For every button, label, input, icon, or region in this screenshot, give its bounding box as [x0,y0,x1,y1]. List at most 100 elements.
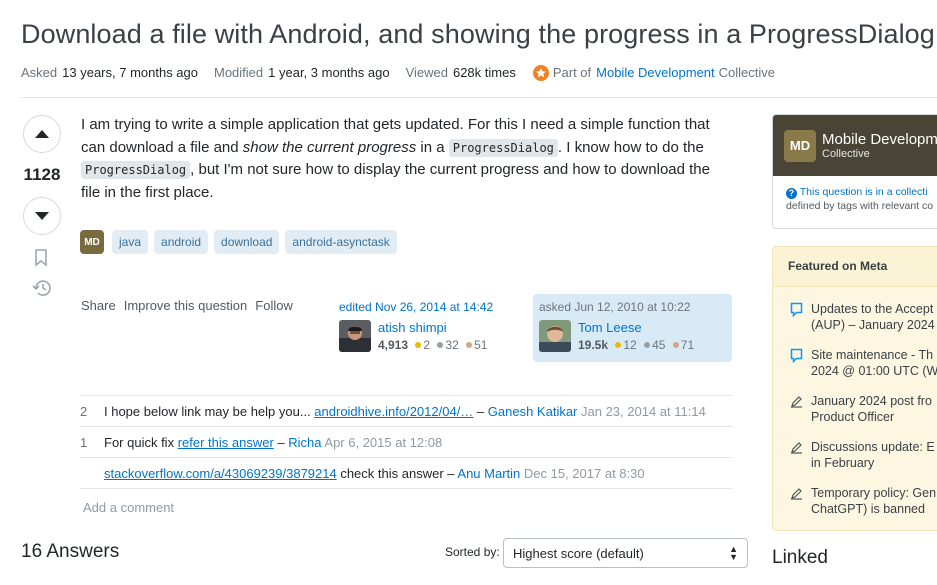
upvote-button[interactable] [23,115,61,153]
gold-count: 12 [623,338,637,352]
comment-user[interactable]: Anu Martin [457,466,520,481]
comment-link[interactable]: refer this answer [178,435,274,450]
comment-score: 1 [80,435,88,450]
tag-download[interactable]: download [214,230,280,254]
comment-date[interactable]: Jan 23, 2014 at 11:14 [577,404,706,419]
comment-separator: – [443,466,458,481]
comment-link[interactable]: stackoverflow.com/a/43069239/3879214 [104,466,337,481]
collective-note: ? This question is in a collecti defined… [773,176,937,213]
pencil-icon [790,440,803,471]
collective-suffix: Collective [718,64,776,80]
meta-item-line: Updates to the Accept [811,302,934,316]
sort-label: Sorted by: [445,545,500,559]
meta-item[interactable]: Temporary policy: Gen ChatGPT) is banned [790,485,936,517]
question-circle-icon: ? [786,188,797,199]
comment: 2 I hope below link may be help you... an… [80,395,732,426]
comment-date[interactable]: Dec 15, 2017 at 8:30 [520,466,645,481]
speech-bubble-icon [790,302,803,333]
editor-rep: 4,913 [378,338,409,352]
comment: 1 For quick fix refer this answer – Richa… [80,426,732,457]
updown-chevron-icon: ▲ ▼ [729,544,738,562]
collective-name[interactable]: Mobile Developm [822,131,937,148]
tag-list: MD java android download android-asyncta… [80,230,397,254]
comment-date[interactable]: Apr 6, 2015 at 12:08 [322,435,442,450]
modified-value[interactable]: 1 year, 3 months ago [268,65,389,80]
linked-heading: Linked [772,547,828,568]
collective-badge[interactable]: MD [80,230,104,254]
bronze-badge-icon [466,342,473,348]
bronze-count: 71 [680,338,695,352]
body-text: in a [416,138,449,156]
improve-link[interactable]: Improve this question [124,298,248,313]
arrow-down-icon [35,212,49,220]
sort-value: Highest score (default) [513,546,644,561]
meta-item-line: Site maintenance - Th [811,348,934,362]
collective-logo: MD [784,129,816,162]
meta-item-line: ChatGPT) is banned [811,502,925,516]
featured-meta-box: Featured on Meta Updates to the Accept (A… [772,246,937,531]
editor-name[interactable]: atish shimpi [378,320,487,335]
tag-android-asynctask[interactable]: android-asynctask [285,230,397,254]
comment-link[interactable]: androidhive.info/2012/04/… [314,404,473,419]
bronze-count: 51 [474,338,488,352]
edited-card: edited Nov 26, 2014 at 14:42 atish shimp… [339,300,519,352]
viewed-value: 628k times [452,64,516,80]
asker-reputation: 19.5k 12 45 71 [578,338,694,352]
meta-item[interactable]: Site maintenance - Th 2024 @ 01:00 UTC (W [790,347,937,379]
collective-note-link[interactable]: This question is in a collecti [800,186,928,198]
asked-time: asked Jun 12, 2010 at 10:22 [539,300,691,314]
meta-item-line: Temporary policy: Gen [811,486,937,500]
pencil-icon [790,486,803,517]
question-body: I am trying to write a simple applicatio… [81,114,731,204]
comment-score: 2 [80,404,88,419]
meta-item[interactable]: January 2024 post fro Product Officer [790,393,932,425]
editor-avatar[interactable] [339,320,371,352]
history-icon[interactable] [32,279,52,302]
asked-label: Asked [21,64,58,80]
meta-item-line: Product Officer [811,410,895,424]
post-actions: Share Improve this question Follow [81,298,293,313]
meta-item-line: in February [811,456,875,470]
meta-item[interactable]: Discussions update: E in February [790,439,935,471]
comment-separator: – [273,435,289,450]
comment-user[interactable]: Richa [288,435,321,450]
meta-item[interactable]: Updates to the Accept (AUP) – January 202… [790,301,935,333]
comment-text: I hope below link may be help you... [104,404,315,419]
collective-note-text: defined by tags with relevant co [786,200,934,212]
asker-name[interactable]: Tom Leese [578,320,694,335]
collective-card[interactable]: MD Mobile Developm Collective ? This que… [772,114,937,229]
comment-user[interactable]: Ganesh Katikar [488,404,578,419]
comment: stackoverflow.com/a/43069239/3879214 che… [80,457,732,488]
asker-avatar[interactable] [539,320,571,352]
downvote-button[interactable] [23,197,61,235]
comments-divider [80,488,732,489]
meta-item-line: 2024 @ 01:00 UTC (W [811,364,937,378]
speech-bubble-icon [790,348,803,379]
featured-meta-title: Featured on Meta [773,247,937,287]
silver-badge-icon [644,342,651,348]
silver-count: 32 [445,338,459,352]
sort-select[interactable]: Highest score (default) ▲ ▼ [503,538,748,568]
edited-time[interactable]: edited Nov 26, 2014 at 14:42 [339,300,519,314]
comment-separator: – [473,404,488,419]
share-link[interactable]: Share [81,298,116,313]
tag-java[interactable]: java [112,230,149,254]
collective-prefix: Part of [552,64,592,80]
add-comment-link[interactable]: Add a comment [83,500,174,515]
editor-reputation: 4,913 2 32 51 [378,338,487,352]
tag-android[interactable]: android [154,230,209,254]
question-title[interactable]: Download a file with Android, and showin… [21,19,935,50]
collective-link[interactable]: Mobile Development [596,65,715,80]
gold-badge-icon [415,342,422,348]
modified-label: Modified [214,64,264,80]
silver-badge-icon [437,342,444,348]
comment-text: check this answer [336,466,444,481]
body-emphasis: show the current progress [242,138,417,156]
follow-link[interactable]: Follow [255,298,293,313]
viewed-label: Viewed [405,64,448,80]
collective-subtitle: Collective [822,148,870,160]
silver-count: 45 [652,338,666,352]
bookmark-icon[interactable] [34,249,48,272]
header-divider [21,97,937,98]
collective-header: MD Mobile Developm Collective [773,115,937,176]
